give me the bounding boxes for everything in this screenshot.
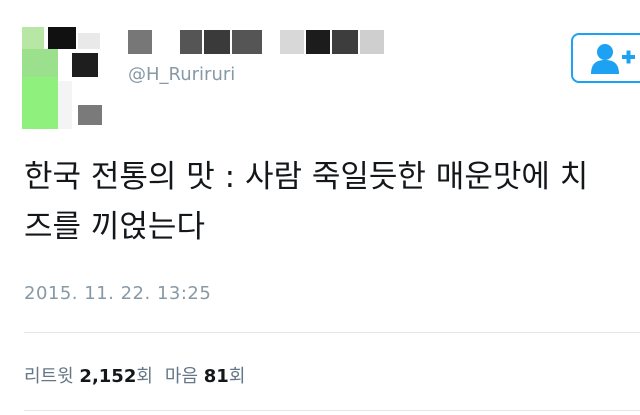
cropped-header-text <box>92 0 422 8</box>
user-handle[interactable]: @H_Ruriruri <box>128 64 235 85</box>
likes-stat[interactable]: 마음 81회 <box>165 366 245 387</box>
likes-unit: 회 <box>228 366 246 387</box>
retweets-stat[interactable]: 리트윗 2,152회 <box>24 366 153 387</box>
tweet-stats: 리트윗 2,152회 마음 81회 <box>24 362 245 388</box>
avatar[interactable] <box>22 27 108 131</box>
divider <box>24 332 640 333</box>
retweets-count: 2,152 <box>79 366 137 387</box>
retweets-unit: 회 <box>136 366 153 387</box>
tweet-text-line-2: 즈를 끼얹는다 <box>24 209 205 245</box>
tweet-timestamp[interactable]: 2015. 11. 22. 13:25 <box>24 283 211 304</box>
display-name-blurred <box>128 28 388 64</box>
likes-count: 81 <box>203 366 229 387</box>
retweets-label: 리트윗 <box>24 366 74 387</box>
tweet-text-line-1: 한국 전통의 맛 : 사람 죽일듯한 매운맛에 치 <box>24 159 589 195</box>
follow-button[interactable] <box>571 33 640 83</box>
add-user-icon <box>591 44 635 74</box>
likes-label: 마음 <box>164 366 199 387</box>
divider <box>24 410 640 411</box>
tweet-text: 한국 전통의 맛 : 사람 죽일듯한 매운맛에 치 즈를 끼얹는다 <box>24 152 640 252</box>
